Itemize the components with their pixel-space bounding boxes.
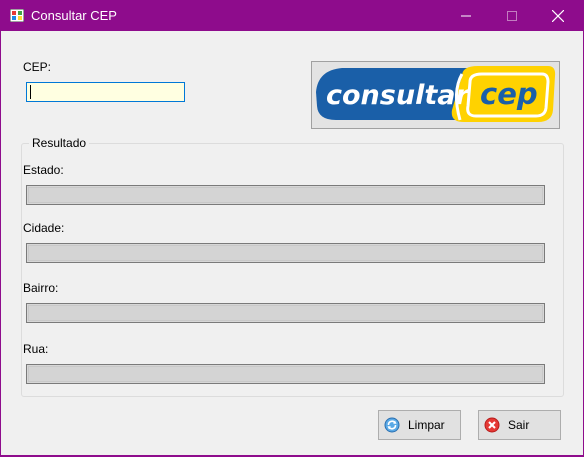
window-border-left <box>0 31 1 457</box>
logo-text-cep: cep <box>480 77 538 111</box>
text-caret <box>30 85 31 99</box>
title-bar[interactable]: Consultar CEP <box>0 0 584 31</box>
close-icon <box>552 9 564 22</box>
exit-button[interactable]: Sair <box>478 410 561 440</box>
cidade-label: Cidade: <box>23 221 65 235</box>
form-client-area: CEP: consultar cep Resultado Estado: Cid… <box>1 31 583 455</box>
cep-label: CEP: <box>23 60 52 74</box>
bairro-field[interactable] <box>26 303 545 323</box>
exit-button-label: Sair <box>508 418 530 432</box>
rua-field[interactable] <box>26 364 545 384</box>
cidade-field[interactable] <box>26 243 545 263</box>
consultar-cep-logo: consultar cep <box>316 66 556 122</box>
result-groupbox <box>21 143 564 397</box>
rua-label: Rua: <box>23 342 49 356</box>
minimize-button[interactable] <box>443 0 489 31</box>
clear-button[interactable]: Limpar <box>378 410 461 440</box>
minimize-icon <box>461 15 471 16</box>
logo-text-consultar: consultar <box>326 80 470 111</box>
maximize-icon <box>507 10 517 21</box>
maximize-button[interactable] <box>489 0 535 31</box>
cep-input[interactable] <box>26 82 185 102</box>
close-circle-icon <box>484 417 500 433</box>
logo-picture: consultar cep <box>311 61 560 129</box>
window-title: Consultar CEP <box>31 8 117 23</box>
estado-label: Estado: <box>23 163 64 177</box>
clear-button-label: Limpar <box>408 418 445 432</box>
app-icon <box>10 9 24 22</box>
main-window: Consultar CEP CEP: consultar cep Resulta… <box>0 0 584 457</box>
close-button[interactable] <box>535 0 581 31</box>
refresh-icon <box>384 417 400 433</box>
estado-field[interactable] <box>26 185 545 205</box>
bairro-label: Bairro: <box>23 281 59 295</box>
result-group-title: Resultado <box>29 136 90 150</box>
